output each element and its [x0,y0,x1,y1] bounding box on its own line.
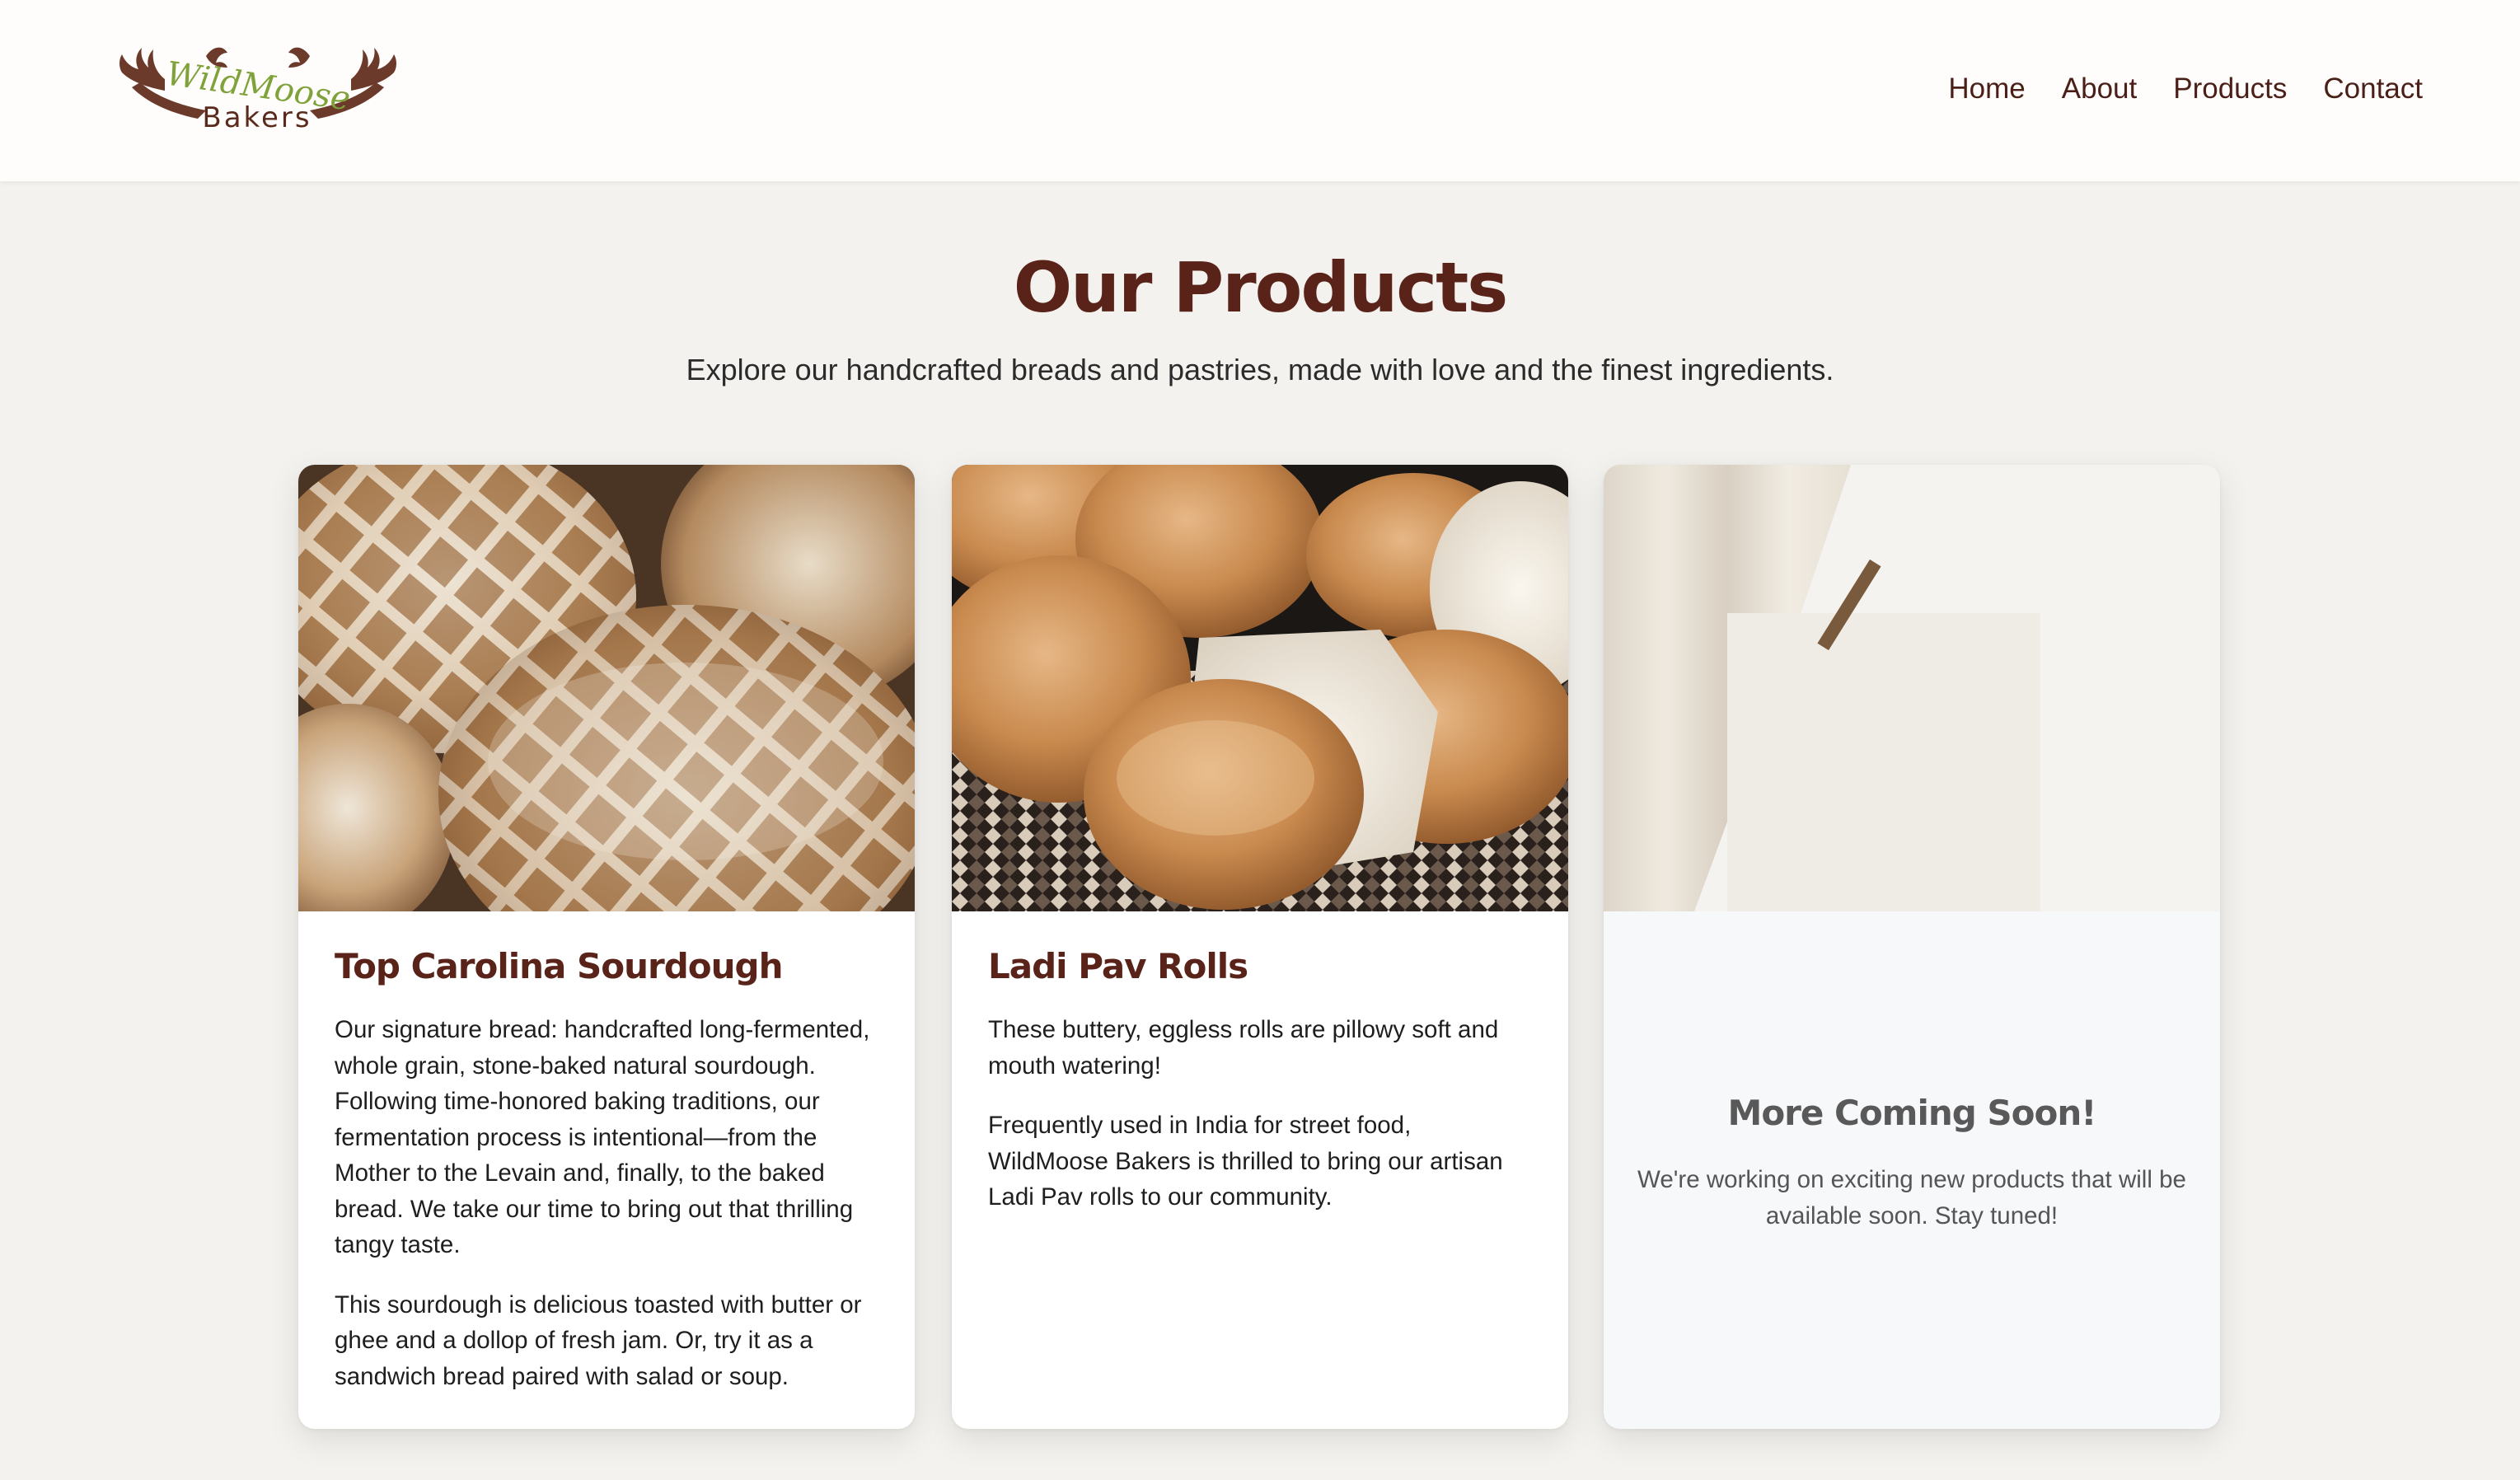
product-story: Frequently used in India for street food… [988,1112,1503,1211]
product-description: Our signature bread: handcrafted long-fe… [335,1016,870,1259]
ladi-pav-card-body: Ladi Pav Rolls These buttery, eggless ro… [988,946,1535,1215]
site-header: WildMoose Bakers Home About Products Con… [0,0,2520,181]
wildmoose-logo[interactable]: WildMoose Bakers [115,40,400,137]
nav-products-link[interactable]: Products [2173,69,2287,109]
nav-home-link[interactable]: Home [1948,69,2025,109]
product-serving-note: This sourdough is delicious toasted with… [335,1290,862,1390]
svg-text:Bakers: Bakers [202,101,311,134]
coming-soon-text: We're working on exciting new products t… [1637,1166,2186,1229]
pav-rolls-image [952,465,1568,911]
coming-soon-body: More Coming Soon! We're working on excit… [1637,1093,2187,1234]
nav-contact-link[interactable]: Contact [2323,69,2423,109]
coming-soon-image [1604,465,2220,911]
product-card-sourdough[interactable]: Top Carolina Sourdough Our signature bre… [298,465,915,1429]
nav-about-link[interactable]: About [2062,69,2137,109]
product-title: Top Carolina Sourdough [335,946,784,986]
coming-soon-card: More Coming Soon! We're working on excit… [1604,465,2220,1429]
sourdough-image [298,465,915,911]
page-title: Our Products [1013,247,1508,328]
coming-soon-title: More Coming Soon! [1727,1093,2097,1133]
main-nav: Home About Products Contact [1948,69,2423,109]
product-title: Ladi Pav Rolls [988,946,1248,986]
product-description: These buttery, eggless rolls are pillowy… [988,1016,1499,1080]
moose-antler-icon: WildMoose Bakers [119,47,396,134]
sourdough-card-body: Top Carolina Sourdough Our signature bre… [335,946,882,1394]
page-subtitle: Explore our handcrafted breads and pastr… [686,353,1834,386]
product-card-ladi-pav[interactable]: Ladi Pav Rolls These buttery, eggless ro… [952,465,1568,1429]
